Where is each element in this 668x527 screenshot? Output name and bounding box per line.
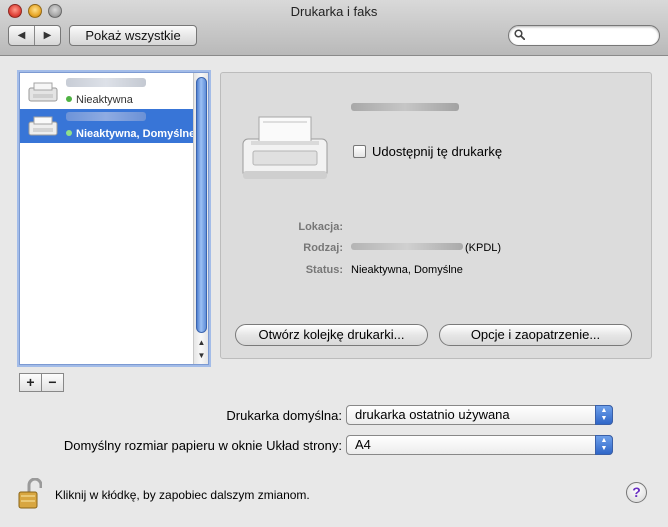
search-input[interactable] [529,28,655,43]
popup-arrows-icon: ▲ ▼ [595,405,613,425]
status-dot-icon [66,96,72,102]
back-arrow-icon: ◀ [17,30,26,41]
default-printer-popup[interactable]: drukarka ostatnio używana ▲ ▼ [346,405,613,425]
open-print-queue-button[interactable]: Otwórz kolejkę drukarki... [235,324,428,346]
forward-arrow-icon: ▶ [43,30,52,41]
share-label: Udostępnij tę drukarkę [372,144,503,159]
back-button[interactable]: ◀ [9,26,34,45]
kind-redacted [351,243,463,250]
window-title: Drukarka i faks [290,4,378,19]
status-dot-icon [66,130,72,136]
printer-status: Nieaktywna [66,94,133,106]
printer-list-scrollbar[interactable]: ▲ ▼ [193,73,208,364]
popup-arrows-icon: ▲ ▼ [595,435,613,455]
scroll-down-icon[interactable]: ▼ [194,349,209,362]
search-field[interactable] [508,25,660,46]
printer-icon [28,116,58,136]
add-remove-control: + − [19,373,64,392]
status-value: Nieaktywna, Domyślne [351,264,463,276]
preferences-window: Drukarka i faks ◀ ▶ Pokaż wszystkie Niea… [0,0,668,527]
checkbox-box[interactable] [353,145,366,158]
paper-size-popup[interactable]: A4 ▲ ▼ [346,435,613,455]
share-printer-checkbox[interactable]: Udostępnij tę drukarkę [353,144,502,159]
printer-icon [28,82,58,102]
location-label: Lokacja: [298,221,343,233]
scroll-up-icon[interactable]: ▲ [194,336,209,349]
printer-icon [242,116,328,179]
lock-message: Kliknij w kłódkę, by zapobiec dalszym zm… [55,488,310,502]
show-all-button[interactable]: Pokaż wszystkie [69,25,197,46]
back-forward-control: ◀ ▶ [8,25,61,46]
printer-list-item-selected[interactable]: Nieaktywna, Domyślne [20,109,195,143]
remove-printer-button[interactable]: − [41,374,63,391]
status-label: Status: [305,264,343,276]
printer-name-redacted [66,112,146,121]
default-printer-value: drukarka ostatnio używana [355,407,510,422]
printer-list[interactable]: Nieaktywna Nieaktywna, Domyślne ▲ ▼ [19,72,209,365]
search-icon [514,29,525,40]
lock-icon[interactable] [18,478,42,510]
kind-label: Rodzaj: [303,242,343,254]
printer-name-redacted [66,78,146,87]
paper-size-value: A4 [355,437,371,452]
kind-value: (KPDL) [351,242,501,254]
printer-status: Nieaktywna, Domyślne [66,128,195,140]
paper-size-label: Domyślny rozmiar papieru w oknie Układ s… [63,438,342,453]
printer-list-item[interactable]: Nieaktywna [20,75,194,109]
default-printer-label: Drukarka domyślna: [226,408,342,423]
help-button[interactable]: ? [626,482,647,503]
add-printer-button[interactable]: + [20,374,41,391]
scrollbar-thumb[interactable] [196,77,207,333]
forward-button[interactable]: ▶ [34,26,60,45]
title-toolbar: Drukarka i faks ◀ ▶ Pokaż wszystkie [0,0,668,56]
printer-name-redacted [351,103,459,111]
printer-details-panel: Udostępnij tę drukarkę Lokacja: Rodzaj: … [220,72,652,359]
options-supplies-button[interactable]: Opcje i zaopatrzenie... [439,324,632,346]
